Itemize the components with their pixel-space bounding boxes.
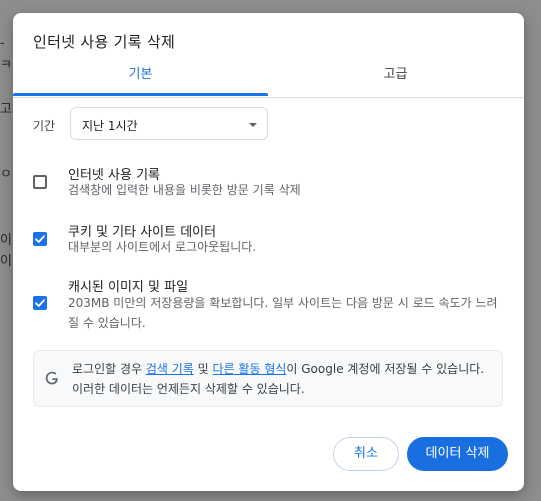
tab-advanced[interactable]: 고급 xyxy=(268,63,523,97)
info-text: 로그인할 경우 검색 기록 및 다른 활동 형식이 Google 계정에 저장될… xyxy=(72,359,497,399)
clear-browsing-data-dialog: 인터넷 사용 기록 삭제 기본 고급 기간 지난 1시간 인터넷 사용 기록 검… xyxy=(13,13,524,491)
browsing-history-checkbox[interactable] xyxy=(33,175,47,189)
google-account-info: 로그인할 경우 검색 기록 및 다른 활동 형식이 Google 계정에 저장될… xyxy=(33,350,503,407)
active-tab-indicator xyxy=(13,93,268,96)
search-history-link[interactable]: 검색 기록 xyxy=(146,362,194,376)
cancel-button[interactable]: 취소 xyxy=(333,437,399,471)
info-text-part: 로그인할 경우 xyxy=(72,362,146,376)
option-description: 대부분의 사이트에서 로그아웃됩니다. xyxy=(68,240,257,254)
other-activity-link[interactable]: 다른 활동 형식 xyxy=(213,362,287,376)
option-description: 203MB 미만의 저장용량을 확보합니다. 일부 사이트는 다음 방문 시 로… xyxy=(68,296,498,330)
checkmark-icon xyxy=(35,235,45,243)
cached-images-checkbox[interactable] xyxy=(33,296,47,310)
time-range-value: 지난 1시간 xyxy=(82,119,138,133)
dialog-title: 인터넷 사용 기록 삭제 xyxy=(33,33,176,51)
cookies-checkbox[interactable] xyxy=(33,232,47,246)
caret-down-icon xyxy=(249,123,257,127)
tab-bar: 기본 고급 xyxy=(13,63,524,98)
google-g-icon xyxy=(45,371,58,385)
delete-data-button[interactable]: 데이터 삭제 xyxy=(407,437,508,471)
time-range-select[interactable]: 지난 1시간 xyxy=(70,107,268,140)
checkmark-icon xyxy=(35,299,45,307)
info-text-part: 및 xyxy=(193,362,213,376)
tab-basic[interactable]: 기본 xyxy=(13,63,268,97)
time-range-label: 기간 xyxy=(33,119,56,133)
option-description: 검색창에 입력한 내용을 비롯한 방문 기록 삭제 xyxy=(68,183,301,197)
